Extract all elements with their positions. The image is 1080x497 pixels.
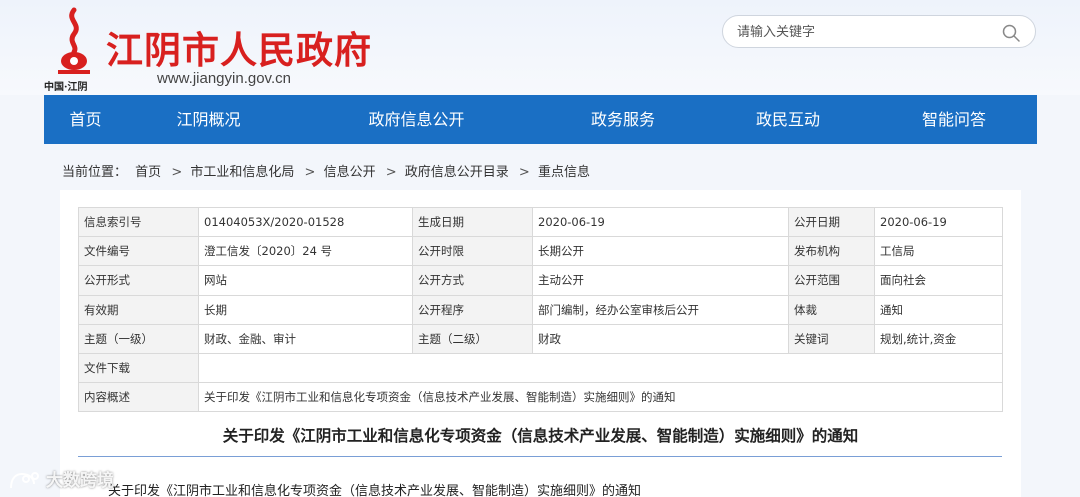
- table-row: 有效期 长期 公开程序 部门编制，经办公室审核后公开 体裁 通知: [78, 294, 1003, 325]
- main-nav: 首页 江阴概况 政府信息公开 政务服务 政民互动 智能问答: [44, 95, 1037, 144]
- meta-key: 生成日期: [412, 206, 533, 238]
- nav-item-interaction[interactable]: 政民互动: [734, 95, 842, 144]
- table-row: 文件下载: [78, 352, 1003, 384]
- meta-value: 规划,统计,资金: [874, 323, 1003, 354]
- metadata-table: 信息索引号 01404053X/2020-01528 生成日期 2020-06-…: [78, 206, 1003, 413]
- nav-item-qa[interactable]: 智能问答: [900, 95, 1008, 144]
- meta-value: 面向社会: [874, 265, 1003, 296]
- site-url: www.jiangyin.gov.cn: [157, 70, 291, 87]
- table-row: 公开形式 网站 公开方式 主动公开 公开范围 面向社会: [78, 265, 1003, 296]
- meta-key: 主题（一级）: [78, 323, 199, 354]
- breadcrumb-separator: >: [171, 165, 183, 180]
- search-input[interactable]: [737, 22, 987, 42]
- meta-value: 2020-06-19: [532, 206, 789, 238]
- breadcrumb-separator: >: [304, 165, 316, 180]
- meta-value: 2020-06-19: [874, 206, 1003, 238]
- meta-value: 长期公开: [532, 236, 789, 267]
- table-row: 内容概述 关于印发《江阴市工业和信息化专项资金（信息技术产业发展、智能制造）实施…: [78, 382, 1003, 413]
- meta-key: 公开程序: [412, 294, 533, 325]
- title-divider: [78, 456, 1002, 457]
- document-title: 关于印发《江阴市工业和信息化专项资金（信息技术产业发展、智能制造）实施细则》的通…: [222, 427, 859, 445]
- watermark: 大数跨境: [8, 466, 114, 492]
- file-download-cell[interactable]: [198, 352, 1003, 384]
- breadcrumb: 当前位置： 首页 > 市工业和信息化局 > 信息公开 > 政府信息公开目录 > …: [62, 161, 594, 180]
- meta-value: 澄工信发〔2020〕24 号: [198, 236, 413, 267]
- meta-key: 公开方式: [412, 265, 533, 296]
- nav-item-home[interactable]: 首页: [44, 95, 127, 144]
- nav-item-info-disclosure[interactable]: 政府信息公开: [344, 95, 489, 144]
- content-summary: 关于印发《江阴市工业和信息化专项资金（信息技术产业发展、智能制造）实施细则》的通…: [198, 382, 1003, 413]
- meta-key: 文件下载: [78, 352, 199, 384]
- meta-key: 信息索引号: [78, 206, 199, 238]
- meta-value: 主动公开: [532, 265, 789, 296]
- meta-value: 01404053X/2020-01528: [198, 206, 413, 238]
- table-row: 文件编号 澄工信发〔2020〕24 号 公开时限 长期公开 发布机构 工信局: [78, 236, 1003, 267]
- meta-key: 体裁: [788, 294, 875, 325]
- meta-value: 网站: [198, 265, 413, 296]
- site-header: 中国·江阴 江阴市人民政府 www.jiangyin.gov.cn: [0, 0, 1080, 95]
- meta-key: 公开时限: [412, 236, 533, 267]
- meta-value: 部门编制，经办公室审核后公开: [532, 294, 789, 325]
- meta-key: 公开范围: [788, 265, 875, 296]
- nav-item-services[interactable]: 政务服务: [569, 95, 677, 144]
- meta-key: 有效期: [78, 294, 199, 325]
- document-body: 关于印发《江阴市工业和信息化专项资金（信息技术产业发展、智能制造）实施细则》的通…: [108, 484, 642, 497]
- meta-value: 财政: [532, 323, 789, 354]
- meta-key: 内容概述: [78, 382, 199, 413]
- content-panel: 信息索引号 01404053X/2020-01528 生成日期 2020-06-…: [60, 190, 1021, 497]
- meta-key: 文件编号: [78, 236, 199, 267]
- breadcrumb-info[interactable]: 信息公开: [324, 165, 376, 180]
- table-row: 主题（一级） 财政、金融、审计 主题（二级） 财政 关键词 规划,统计,资金: [78, 323, 1003, 354]
- breadcrumb-prefix: 当前位置：: [62, 165, 128, 180]
- watermark-text: 大数跨境: [46, 471, 114, 491]
- nav-item-overview[interactable]: 江阴概况: [157, 95, 260, 144]
- search-box: [722, 15, 1036, 48]
- meta-key: 公开形式: [78, 265, 199, 296]
- meta-value: 工信局: [874, 236, 1003, 267]
- cat-logo-icon: [10, 472, 39, 489]
- meta-value: 长期: [198, 294, 413, 325]
- table-row: 信息索引号 01404053X/2020-01528 生成日期 2020-06-…: [78, 206, 1003, 238]
- breadcrumb-catalog[interactable]: 政府信息公开目录: [405, 165, 509, 180]
- search-icon[interactable]: [1001, 23, 1021, 43]
- meta-key: 发布机构: [788, 236, 875, 267]
- meta-value: 通知: [874, 294, 1003, 325]
- breadcrumb-key-info[interactable]: 重点信息: [538, 165, 590, 180]
- breadcrumb-separator: >: [385, 165, 397, 180]
- meta-key: 公开日期: [788, 206, 875, 238]
- breadcrumb-bureau[interactable]: 市工业和信息化局: [190, 165, 294, 180]
- meta-value: 财政、金融、审计: [198, 323, 413, 354]
- site-name[interactable]: 江阴市人民政府: [106, 20, 372, 74]
- jiangyin-emblem-icon[interactable]: [48, 6, 100, 82]
- breadcrumb-separator: >: [518, 165, 530, 180]
- breadcrumb-home[interactable]: 首页: [135, 165, 161, 180]
- site-origin: 中国·江阴: [44, 82, 88, 93]
- meta-key: 关键词: [788, 323, 875, 354]
- meta-key: 主题（二级）: [412, 323, 533, 354]
